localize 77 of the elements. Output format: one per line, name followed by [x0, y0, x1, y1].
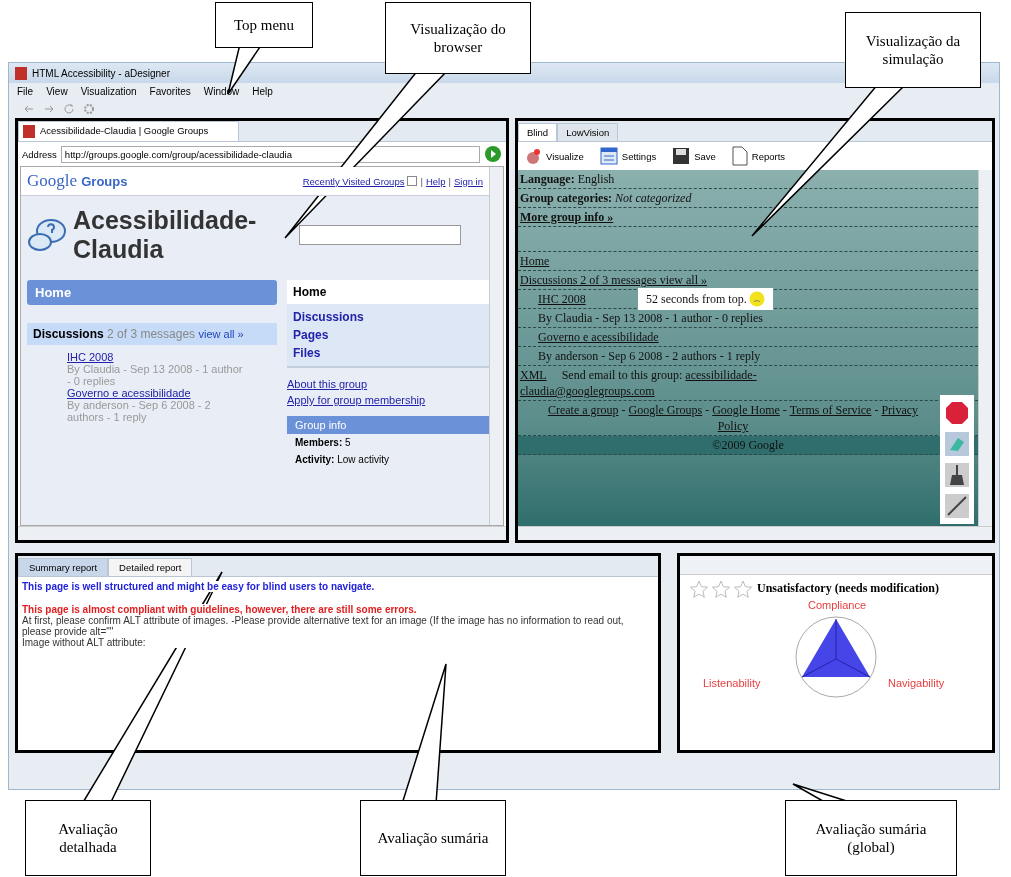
simulated-link[interactable]: Home — [520, 254, 550, 268]
separator: | — [420, 175, 423, 187]
callout-label: Visualização do browser — [385, 2, 531, 74]
window-title: HTML Accessibility - aDesigner — [32, 67, 170, 79]
header-link[interactable]: Help — [425, 175, 446, 187]
simulated-link[interactable]: IHC 2008 — [538, 292, 586, 306]
view-tab[interactable]: LowVision — [557, 123, 619, 141]
discussion-meta: By Claudia - Sep 13 2008 - 1 author - 0 replies — [67, 363, 244, 387]
menu-item[interactable]: Help — [252, 86, 273, 97]
callout-label: Visualização da simulação — [845, 12, 981, 88]
header-link[interactable]: Sign in — [453, 175, 483, 187]
speech-bubbles-icon — [27, 217, 67, 253]
menu-item[interactable]: Favorites — [149, 86, 191, 97]
tooltip: 52 seconds from top. — [638, 288, 773, 310]
nav-item[interactable]: Pages — [287, 326, 489, 344]
view-tab[interactable]: Blind — [518, 123, 558, 141]
document-icon — [731, 146, 748, 166]
rating-verdict: Unsatisfactory (needs modification) — [757, 580, 939, 595]
toolbar-button[interactable]: Save — [672, 147, 716, 165]
report-tab[interactable]: Summary report — [18, 558, 109, 576]
brush-icon[interactable] — [945, 463, 969, 487]
gear-icon[interactable] — [83, 103, 95, 115]
search-field[interactable] — [299, 225, 461, 245]
header-link[interactable]: Recently Visited Groups — [302, 175, 405, 187]
separator: | — [448, 175, 451, 187]
axis-label: Listenability — [703, 677, 761, 689]
group-link[interactable]: About this group — [287, 378, 368, 390]
visualize-icon — [524, 147, 542, 165]
refresh-icon[interactable] — [63, 103, 75, 115]
menu-item[interactable]: View — [46, 86, 68, 97]
scrollbar[interactable] — [518, 526, 992, 540]
pen-icon[interactable] — [945, 494, 969, 518]
browser-tab[interactable]: Acessibilidade-Claudia | Google Groups — [18, 121, 240, 141]
report-tab[interactable]: Detailed report — [108, 558, 193, 576]
group-info-header: Group info — [287, 416, 489, 434]
simulated-line: By Claudia - Sep 13 2008 - 1 author - 0 replies — [538, 311, 763, 325]
callout-label: Avaliação sumária — [360, 800, 506, 876]
simulated-footer: Create a group - Google Groups - Google Home - Terms of Service - Privacy Policy — [540, 402, 926, 434]
group-title: Acessibilidade-Claudia — [73, 206, 258, 264]
menu-item[interactable]: File — [17, 86, 34, 97]
copyright-text: ©2009 Google — [712, 438, 784, 452]
callout-label: Avaliação detalhada — [25, 800, 151, 876]
group-info-row-text: Members: 5 — [294, 436, 352, 450]
scrollbar[interactable] — [978, 170, 992, 526]
forward-arrow-icon[interactable] — [43, 103, 55, 115]
discussions-heading: Discussions 2 of 3 messages view all » — [33, 327, 245, 341]
discussion-meta: By anderson - Sep 6 2008 - 2 authors - 1 reply — [67, 399, 212, 423]
nav-item[interactable]: Files — [287, 344, 489, 362]
stop-sign-icon[interactable] — [945, 401, 969, 425]
simulated-link[interactable]: Governo e acessibilidade — [538, 330, 659, 344]
simulated-line: XML Send email to this group: acessibilidade-claudia@googlegroups.com — [520, 367, 758, 399]
discussion-link[interactable]: IHC 2008 — [67, 351, 277, 363]
nav-item[interactable]: Home — [287, 280, 489, 304]
toolbar-button[interactable]: Settings — [599, 147, 657, 165]
simulated-link[interactable]: More group info » — [520, 210, 614, 224]
discussion-link[interactable]: Governo e acessibilidade — [67, 387, 277, 399]
axis-label: Navigability — [888, 677, 945, 689]
nav-item[interactable]: Discussions — [287, 308, 489, 326]
address-field[interactable]: http://groups.google.com/group/acessibilidade-claudia — [60, 145, 480, 163]
menu-item[interactable]: Visualization — [80, 86, 137, 97]
google-groups-logo: Google Groups — [27, 171, 128, 191]
toolbar-button[interactable]: Visualize — [524, 147, 584, 165]
go-icon[interactable] — [484, 145, 502, 163]
group-info-row-text: Activity: Low activity — [294, 453, 390, 467]
scrollbar[interactable] — [489, 167, 503, 525]
group-link[interactable]: Apply for group membership — [287, 394, 426, 406]
simulated-line: By anderson - Sep 6 2008 - 2 authors - 1 reply — [538, 349, 761, 363]
paint-icon[interactable] — [945, 432, 969, 456]
smiley-icon — [748, 291, 765, 307]
toolbar-button[interactable]: Reports — [731, 146, 786, 166]
axis-label: Compliance — [808, 599, 867, 611]
back-arrow-icon[interactable] — [23, 103, 35, 115]
simulated-line: Discussions 2 of 3 messages view all » — [520, 273, 707, 287]
app-logo-icon — [15, 66, 27, 80]
address-label: Address — [22, 148, 57, 160]
scrollbar[interactable] — [18, 526, 506, 540]
settings-icon — [599, 147, 618, 165]
